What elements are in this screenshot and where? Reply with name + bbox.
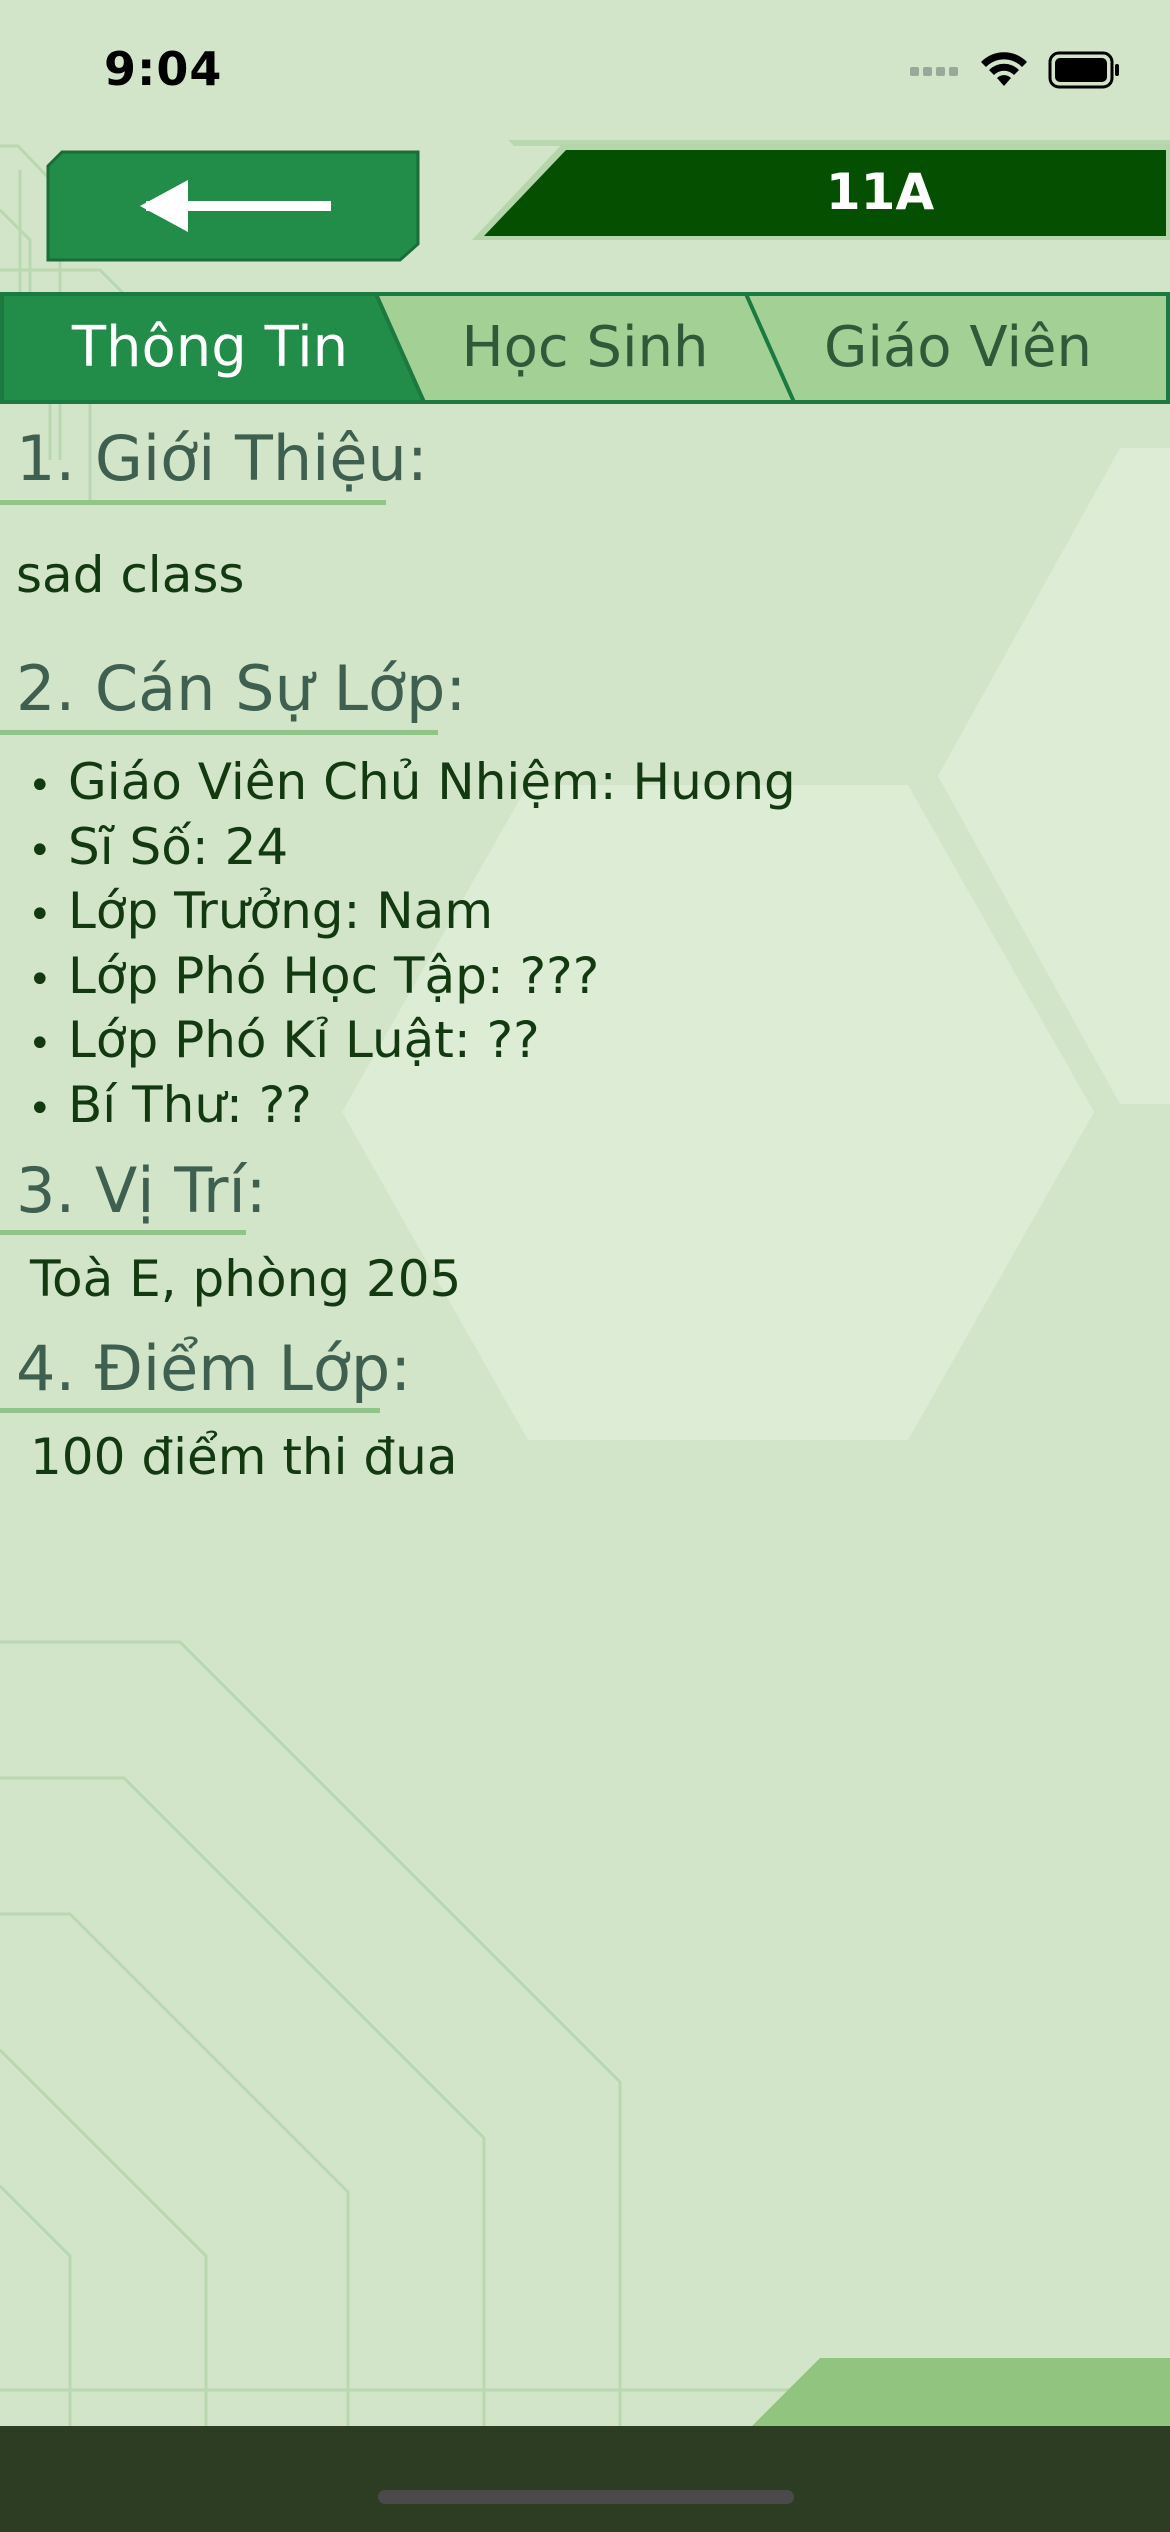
back-button[interactable] [46, 150, 420, 262]
officers-list: • Giáo Viên Chủ Nhiệm: Huong • Sĩ Số: 24 •… [28, 750, 796, 1137]
heading-underline [0, 500, 386, 505]
heading-underline [0, 730, 438, 735]
list-item: • Giáo Viên Chủ Nhiệm: Huong [28, 753, 796, 811]
section-heading-intro: 1. Giới Thiệu: [16, 422, 428, 495]
list-item: • Bí Thư: ?? [28, 1075, 312, 1134]
signal-icon [910, 67, 958, 76]
wifi-icon [981, 52, 1027, 86]
list-item: • Lớp Phó Kỉ Luật: ?? [28, 1011, 540, 1069]
bottom-bar [0, 2426, 1170, 2532]
officer-discipline-deputy: Lớp Phó Kỉ Luật: ?? [68, 1011, 540, 1069]
officer-study-deputy: Lớp Phó Học Tập: ??? [68, 946, 600, 1005]
battery-icon [1048, 51, 1119, 89]
tab-thong-tin[interactable]: Thông Tin [0, 292, 420, 404]
section-heading-score: 4. Điểm Lớp: [16, 1332, 412, 1405]
home-indicator[interactable] [378, 2490, 794, 2504]
tab-hoc-sinh[interactable]: Học Sinh [400, 292, 770, 404]
list-item: • Lớp Trưởng: Nam [28, 882, 494, 940]
heading-underline [0, 1230, 246, 1235]
officer-homeroom-teacher: Giáo Viên Chủ Nhiệm: Huong [68, 753, 796, 811]
page-title: 11A [825, 163, 935, 221]
officer-class-size: Sĩ Số: 24 [68, 817, 289, 876]
section-heading-location: 3. Vị Trí: [16, 1154, 267, 1227]
list-item: • Sĩ Số: 24 [28, 817, 289, 876]
officer-secretary: Bí Thư: ?? [68, 1075, 312, 1134]
list-item: • Lớp Phó Học Tập: ??? [28, 946, 600, 1005]
score-text: 100 điểm thi đua [30, 1428, 458, 1486]
status-time: 9:04 [104, 42, 223, 96]
status-icons [910, 50, 1120, 90]
officer-class-monitor: Lớp Trưởng: Nam [68, 882, 494, 940]
section-heading-officers: 2. Cán Sự Lớp: [16, 652, 467, 725]
intro-text: sad class [16, 546, 245, 604]
tab-giao-vien[interactable]: Giáo Viên [770, 292, 1146, 404]
heading-underline [0, 1408, 380, 1413]
location-text: Toà E, phòng 205 [30, 1250, 462, 1308]
